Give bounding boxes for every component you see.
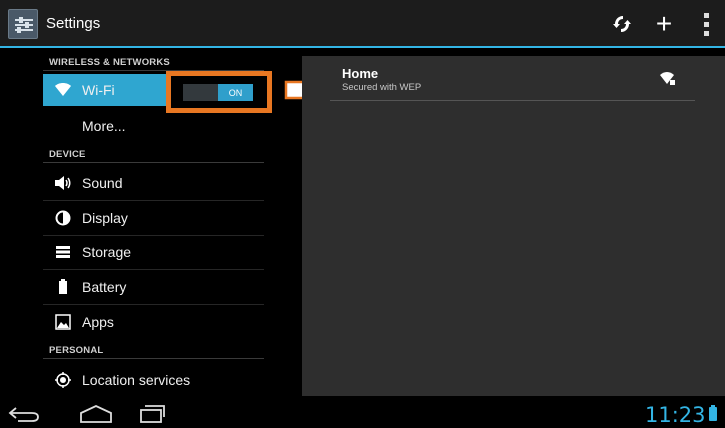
section-header-wireless: WIRELESS & NETWORKS [49, 57, 170, 68]
sidebar-item-label: Apps [82, 314, 114, 330]
sidebar-item-label: Sound [82, 175, 123, 191]
sidebar-item-label: More... [82, 118, 126, 134]
sidebar-item-label: Display [82, 210, 128, 226]
battery-icon [54, 278, 72, 296]
action-bar: Settings + [0, 0, 725, 48]
highlight-box: ON [166, 71, 272, 113]
network-security: Secured with WEP [342, 82, 422, 93]
sidebar-item-more[interactable]: More... [43, 110, 264, 142]
network-divider [330, 100, 695, 101]
add-icon[interactable]: + [650, 10, 678, 38]
sidebar-item-label: Battery [82, 279, 127, 295]
section-divider [43, 162, 264, 163]
wifi-icon [54, 81, 72, 99]
section-header-device: DEVICE [49, 149, 86, 160]
clock: 11:23 [645, 403, 706, 427]
section-divider [43, 358, 264, 359]
sidebar-item-label: Location services [82, 372, 191, 388]
system-nav-bar: 11:23 [0, 400, 725, 428]
wifi-toggle[interactable]: ON [183, 84, 253, 101]
apps-icon [54, 313, 72, 331]
sidebar-item-label: Wi-Fi [82, 82, 115, 98]
sidebar-item-battery[interactable]: Battery [43, 271, 264, 303]
sidebar-item-location[interactable]: Location services [43, 364, 264, 396]
home-icon[interactable] [78, 404, 114, 424]
app-title: Settings [46, 15, 101, 32]
section-header-personal: PERSONAL [49, 345, 104, 356]
sidebar-item-display[interactable]: Display [43, 202, 264, 234]
recent-apps-icon[interactable] [138, 404, 166, 424]
sidebar-item-sound[interactable]: Sound [43, 167, 264, 199]
sidebar-item-label: Storage [82, 244, 132, 260]
sidebar-item-apps[interactable]: Apps [43, 306, 264, 338]
network-name: Home [342, 66, 379, 81]
battery-charging-icon [709, 405, 717, 421]
toggle-state: ON [218, 84, 253, 101]
location-icon [54, 371, 72, 389]
wifi-network-list: Home Secured with WEP [302, 56, 725, 396]
brightness-icon [54, 209, 72, 227]
sync-icon[interactable] [608, 10, 636, 38]
overflow-menu-icon[interactable] [696, 10, 716, 38]
back-icon[interactable] [8, 404, 40, 424]
sidebar-item-storage[interactable]: Storage [43, 236, 264, 268]
wifi-locked-signal-icon [660, 72, 675, 85]
speaker-icon [54, 174, 72, 192]
storage-icon [54, 243, 72, 261]
settings-sliders-icon[interactable] [8, 9, 38, 39]
